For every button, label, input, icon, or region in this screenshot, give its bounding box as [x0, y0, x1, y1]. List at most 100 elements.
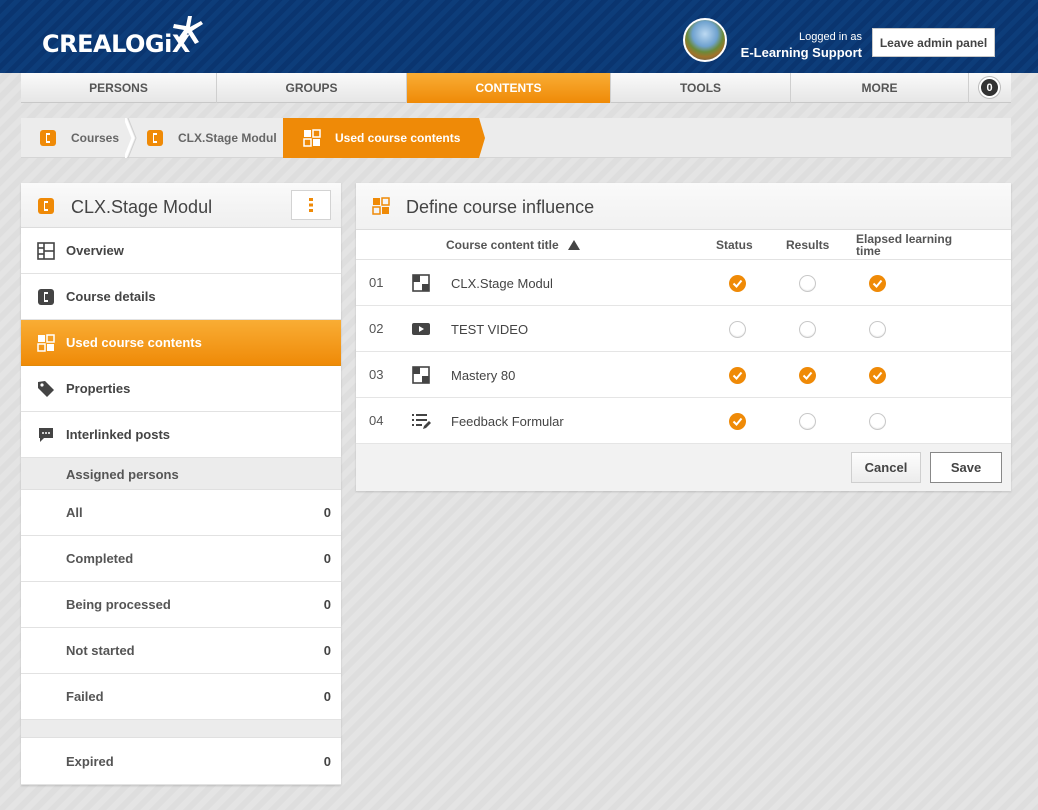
- row-title: Mastery 80: [451, 368, 516, 383]
- breadcrumb-label: CLX.Stage Modul: [178, 131, 277, 145]
- column-header-elapsed: Elapsed learning time: [856, 233, 952, 257]
- sort-ascending-icon: [568, 240, 581, 250]
- elapsed-time-checkbox[interactable]: [869, 413, 886, 430]
- sidebar-header: CLX.Stage Modul: [21, 183, 341, 228]
- status-checkbox[interactable]: [729, 275, 746, 292]
- check-icon: [802, 371, 813, 380]
- sidebar-item-properties[interactable]: Properties: [21, 366, 341, 412]
- row-number: 01: [369, 275, 384, 290]
- logo-plane-icon: [173, 16, 203, 44]
- content-icon: [37, 334, 55, 352]
- course-icon: [38, 289, 54, 305]
- breadcrumb-arrow-icon: [479, 118, 485, 158]
- logged-in-label: Logged in as: [799, 31, 862, 43]
- section-spacer: [21, 720, 341, 738]
- course-sidebar: CLX.Stage Modul Overview Course details: [21, 183, 341, 785]
- form-icon: [412, 414, 431, 429]
- more-vertical-icon: [309, 198, 313, 212]
- sidebar-item-used-course-contents[interactable]: Used course contents: [21, 320, 341, 366]
- panel-title: Define course influence: [406, 197, 595, 217]
- content-icon: [372, 197, 390, 215]
- nav-more[interactable]: MORE: [791, 73, 969, 103]
- breadcrumb-separator-icon: [125, 118, 137, 158]
- count-value: 0: [323, 643, 331, 658]
- count-row-expired[interactable]: Expired 0: [21, 739, 341, 785]
- count-row-being-processed[interactable]: Being processed 0: [21, 582, 341, 628]
- status-checkbox[interactable]: [729, 367, 746, 384]
- nav-tools[interactable]: TOOLS: [611, 73, 791, 103]
- check-icon: [732, 417, 743, 426]
- sidebar-title: CLX.Stage Modul: [71, 197, 213, 217]
- sidebar-item-interlinked-posts[interactable]: Interlinked posts: [21, 412, 341, 458]
- sidebar-item-label: Course details: [66, 289, 156, 304]
- nav-persons[interactable]: PERSONS: [21, 73, 217, 103]
- logged-in-user: E-Learning Support: [740, 45, 862, 60]
- chat-icon: [39, 428, 53, 442]
- sidebar-menu-button[interactable]: [291, 190, 331, 220]
- row-number: 03: [369, 367, 384, 382]
- breadcrumb-label: Used course contents: [335, 131, 461, 145]
- row-number: 02: [369, 321, 384, 336]
- module-icon: [412, 366, 430, 384]
- sidebar-item-overview[interactable]: Overview: [21, 228, 341, 274]
- check-icon: [872, 371, 883, 380]
- results-checkbox[interactable]: [799, 413, 816, 430]
- breadcrumb: Courses CLX.Stage Modul Used course cont…: [21, 118, 1011, 158]
- count-row-failed[interactable]: Failed 0: [21, 674, 341, 720]
- results-checkbox[interactable]: [799, 367, 816, 384]
- cancel-button[interactable]: Cancel: [851, 452, 921, 483]
- sidebar-item-label: Interlinked posts: [66, 427, 171, 442]
- save-button[interactable]: Save: [930, 452, 1002, 483]
- count-value: 0: [323, 597, 331, 612]
- results-checkbox[interactable]: [799, 321, 816, 338]
- count-label: Failed: [66, 689, 104, 704]
- results-checkbox[interactable]: [799, 275, 816, 292]
- course-icon: [147, 130, 163, 146]
- count-row-not-started[interactable]: Not started 0: [21, 628, 341, 674]
- count-label: All: [66, 505, 83, 520]
- course-influence-panel: Define course influence Course content t…: [356, 183, 1011, 491]
- table-row: 01 CLX.Stage Modul: [356, 260, 1011, 306]
- status-checkbox[interactable]: [729, 321, 746, 338]
- sidebar-item-label: Overview: [66, 243, 124, 258]
- tag-icon: [38, 381, 54, 397]
- nav-contents[interactable]: CONTENTS: [407, 73, 611, 103]
- count-value: 0: [323, 505, 331, 520]
- count-row-all[interactable]: All 0: [21, 490, 341, 536]
- column-title-label: Course content title: [446, 238, 559, 252]
- breadcrumb-label: Courses: [71, 131, 120, 145]
- leave-admin-panel-button[interactable]: Leave admin panel: [872, 28, 995, 57]
- count-label: Not started: [66, 643, 135, 658]
- column-header-status: Status: [716, 238, 753, 252]
- count-value: 0: [323, 754, 331, 769]
- column-header-title[interactable]: Course content title: [446, 238, 581, 252]
- course-icon: [40, 130, 56, 146]
- panel-header: Define course influence: [356, 183, 1011, 230]
- elapsed-time-checkbox[interactable]: [869, 275, 886, 292]
- table-header: Course content title Status Results Elap…: [356, 230, 1011, 260]
- count-row-completed[interactable]: Completed 0: [21, 536, 341, 582]
- check-icon: [732, 371, 743, 380]
- column-elapsed-line2: time: [856, 244, 881, 258]
- elapsed-time-checkbox[interactable]: [869, 321, 886, 338]
- nav-groups[interactable]: GROUPS: [217, 73, 407, 103]
- row-number: 04: [369, 413, 384, 428]
- sidebar-item-course-details[interactable]: Course details: [21, 274, 341, 320]
- section-title: Assigned persons: [66, 467, 179, 482]
- elapsed-time-checkbox[interactable]: [869, 367, 886, 384]
- table-row: 04 Feedback Formular: [356, 398, 1011, 444]
- breadcrumb-used-course-contents[interactable]: Used course contents: [283, 118, 479, 158]
- row-title: Feedback Formular: [451, 414, 564, 429]
- count-value: 0: [323, 689, 331, 704]
- breadcrumb-course[interactable]: CLX.Stage Modul: [146, 118, 277, 158]
- status-checkbox[interactable]: [729, 413, 746, 430]
- assigned-persons-section: Assigned persons: [21, 458, 341, 490]
- breadcrumb-courses[interactable]: Courses: [39, 118, 119, 158]
- check-icon: [732, 279, 743, 288]
- panel-footer: Cancel Save: [356, 444, 1011, 491]
- notification-badge[interactable]: 0: [979, 77, 1000, 98]
- top-header: CREALOGiX Logged in as E-Learning Suppor…: [0, 0, 1038, 73]
- overview-icon: [37, 242, 55, 260]
- sidebar-item-label: Properties: [66, 381, 131, 396]
- count-label: Expired: [66, 754, 114, 769]
